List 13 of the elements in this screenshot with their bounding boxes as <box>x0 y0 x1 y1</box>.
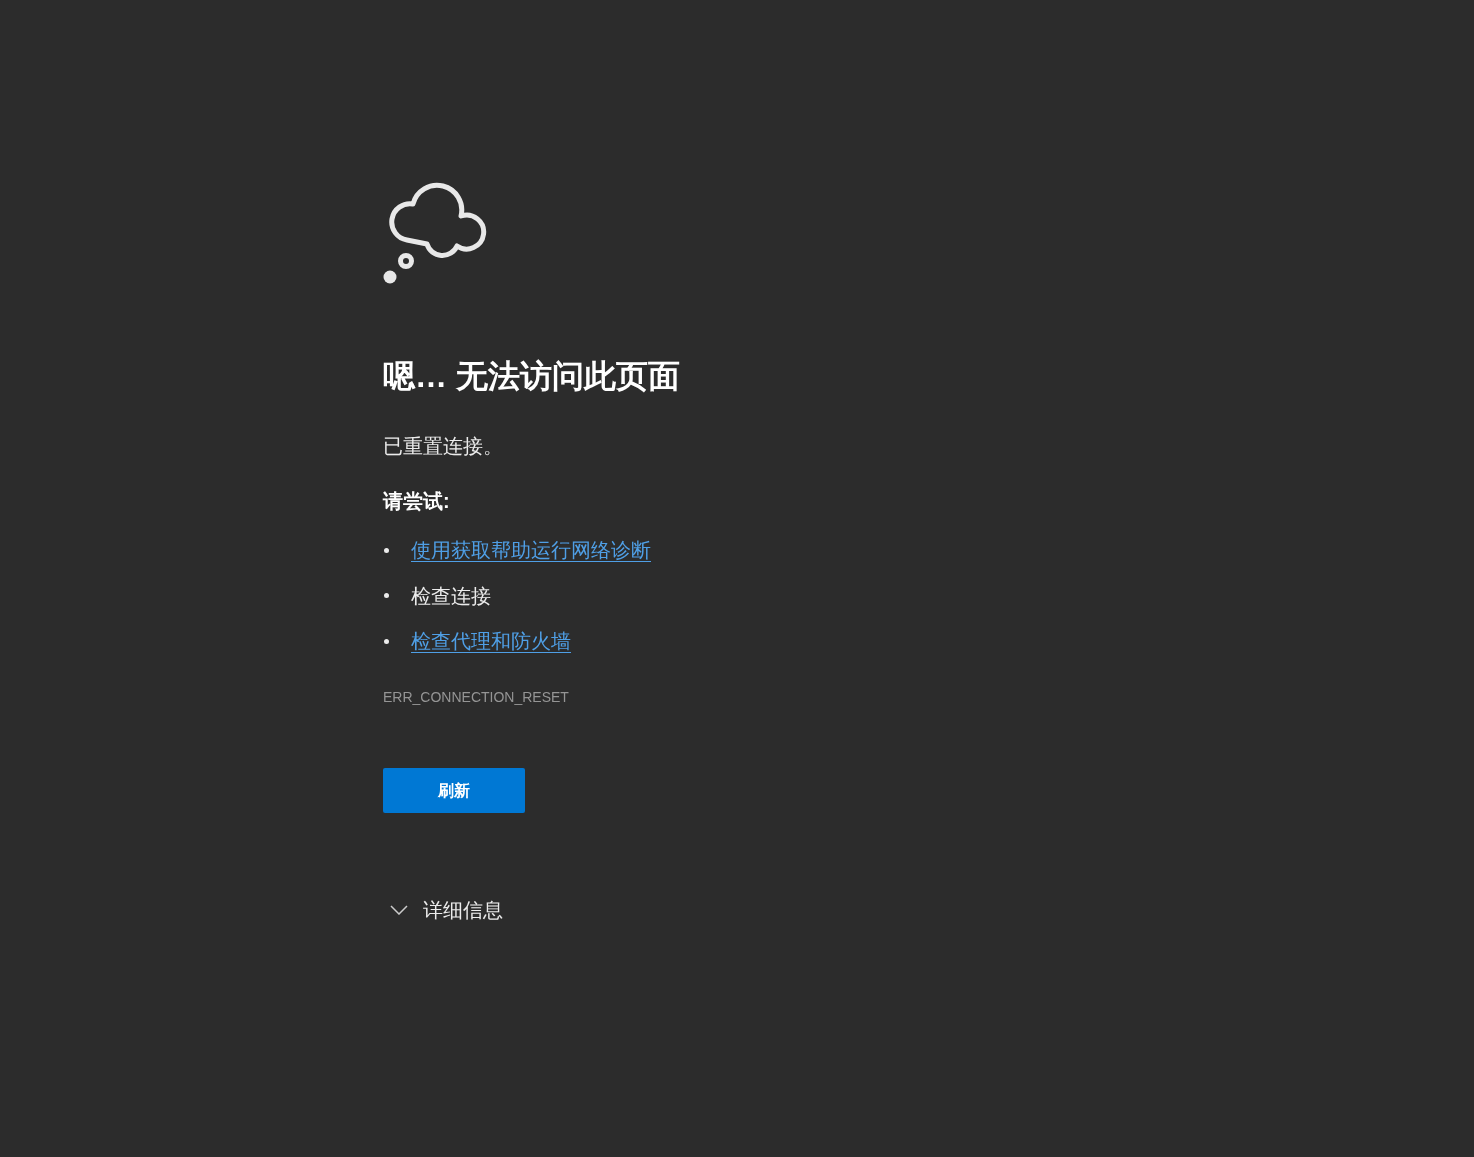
error-code: ERR_CONNECTION_RESET <box>383 688 569 707</box>
bullet-icon <box>384 593 389 598</box>
help-link[interactable]: 检查代理和防火墙 <box>411 627 571 655</box>
refresh-button[interactable]: 刷新 <box>383 768 525 813</box>
suggestion-text: 检查连接 <box>411 583 491 609</box>
page-heading: 嗯… 无法访问此页面 <box>383 357 680 396</box>
bullet-icon <box>384 547 389 553</box>
details-toggle[interactable]: 详细信息 <box>383 896 503 924</box>
suggestions-title: 请尝试: <box>383 489 450 514</box>
help-link[interactable]: 使用获取帮助运行网络诊断 <box>411 536 651 564</box>
chevron-down-icon <box>390 905 408 915</box>
error-message: 已重置连接。 <box>383 434 503 459</box>
bullet-icon <box>384 638 389 644</box>
